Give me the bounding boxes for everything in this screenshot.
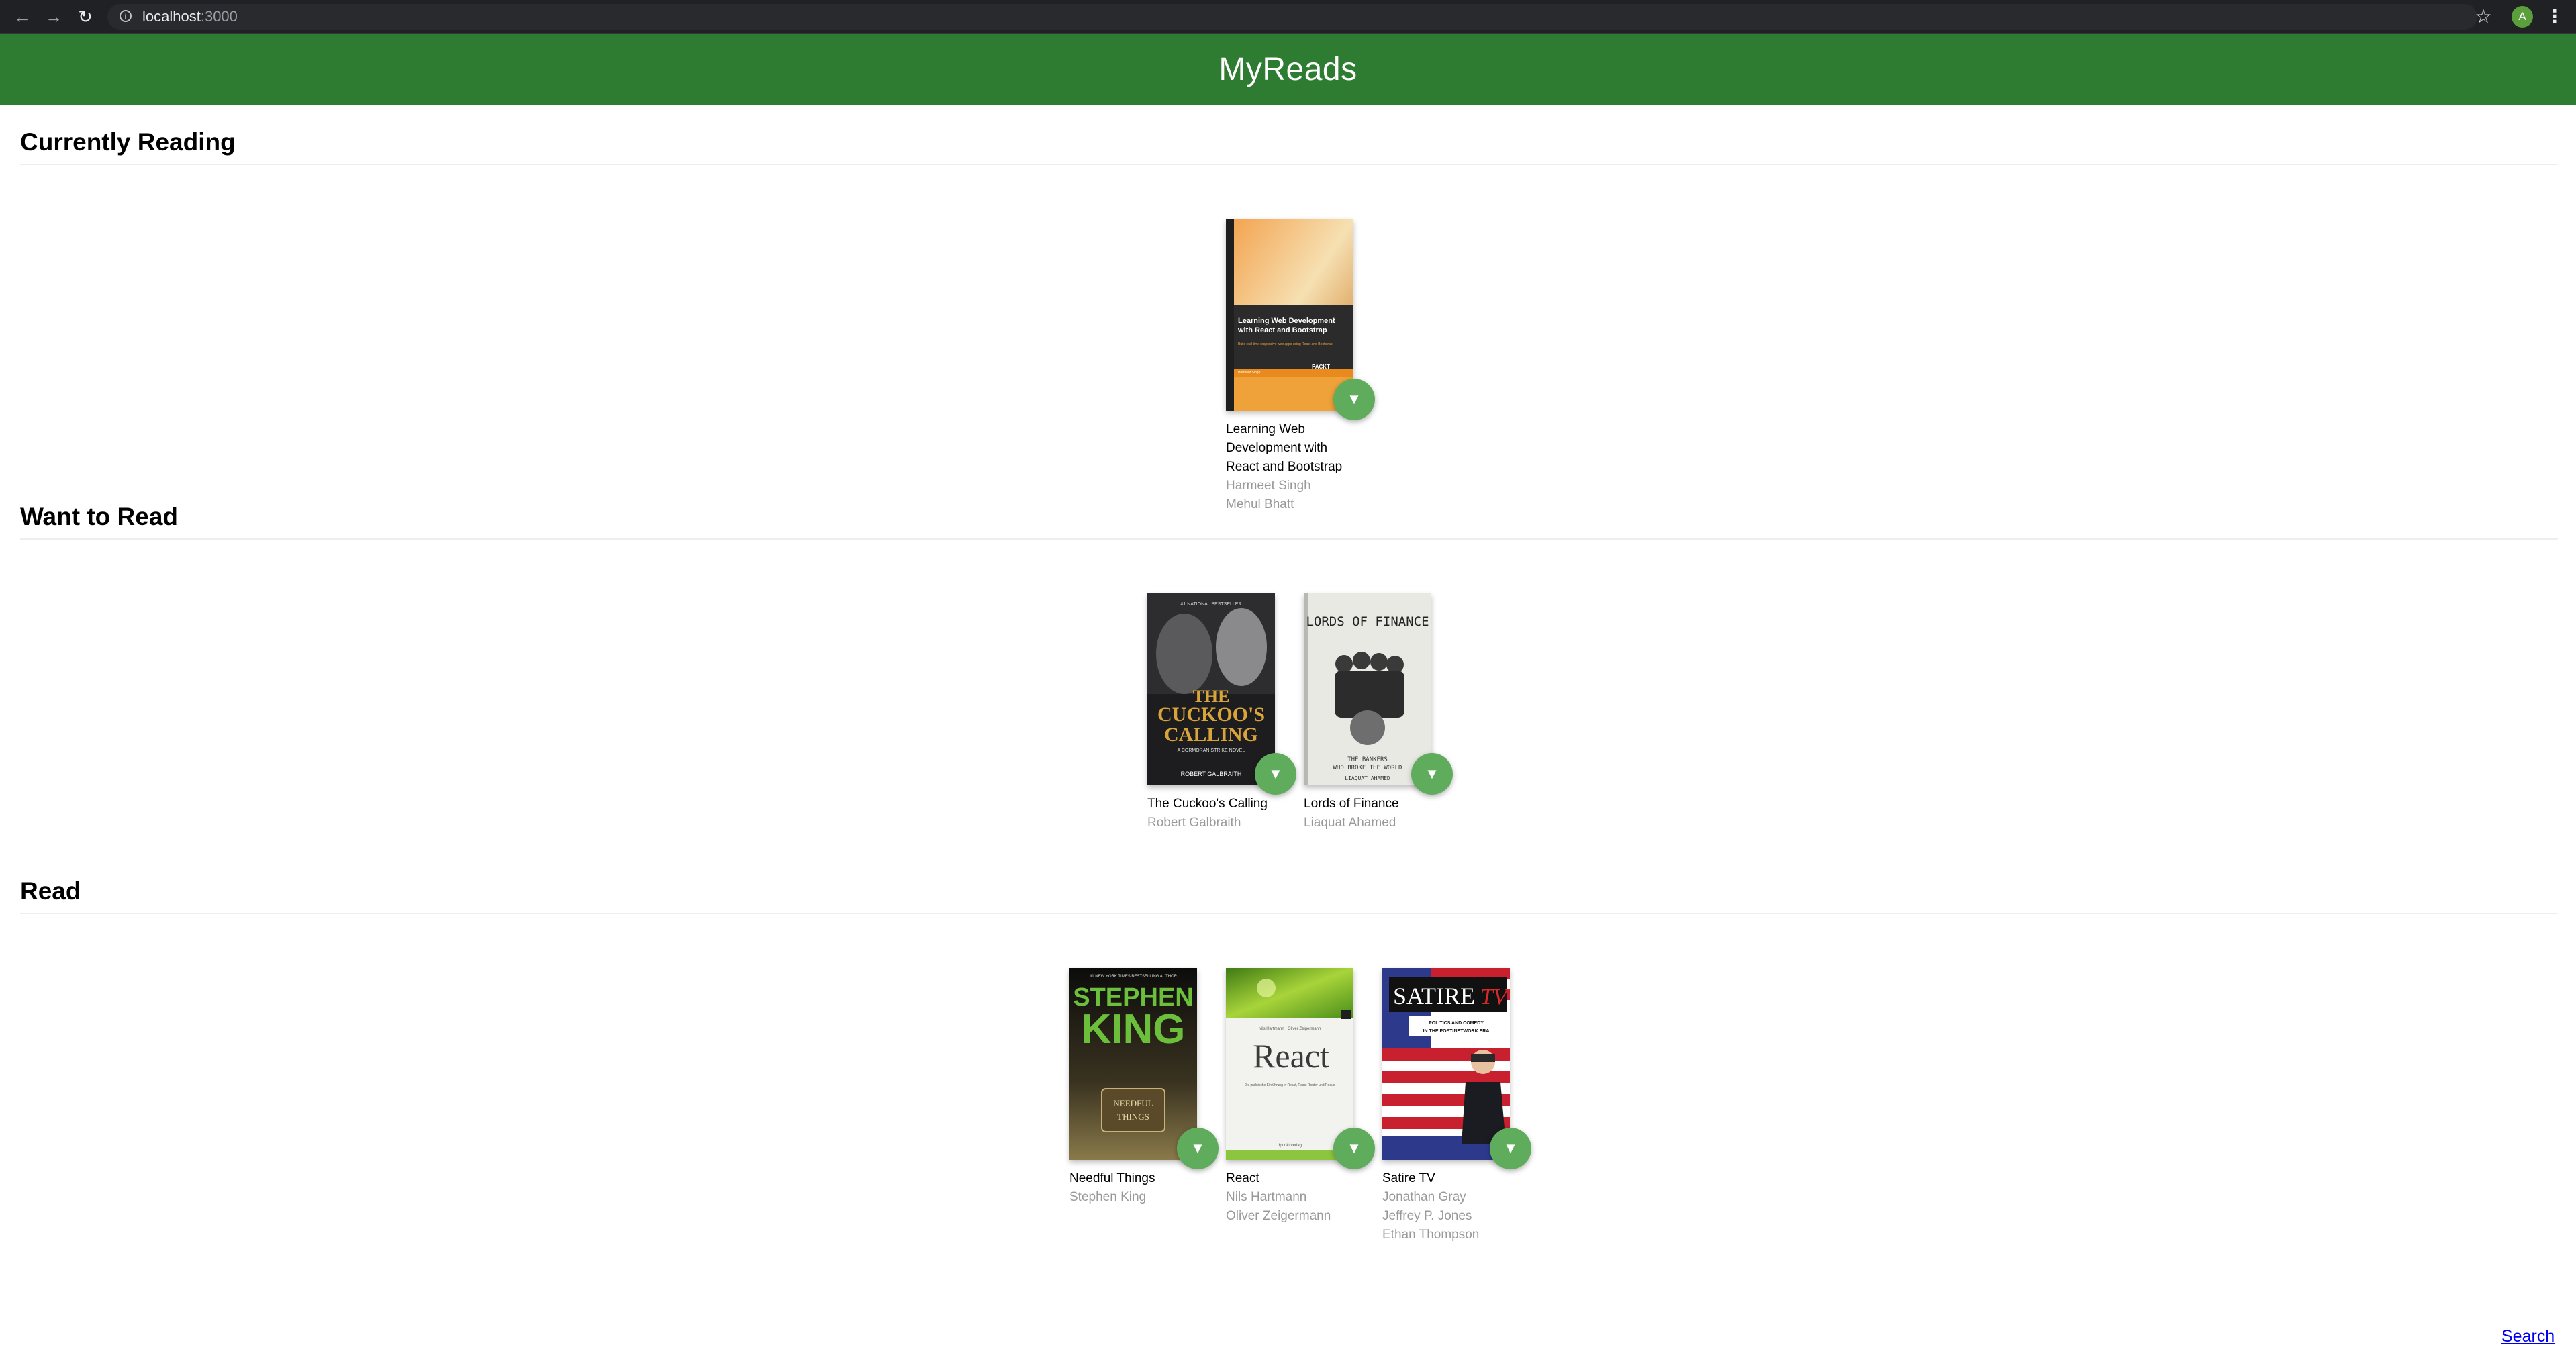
cover-subtitle-2: WHO BROKE THE WORLD xyxy=(1333,765,1402,771)
book-author: Nils Hartmann xyxy=(1226,1190,1307,1204)
cover-publisher: PACKT xyxy=(1312,364,1330,370)
shelf-read: Read #1 NEW YORK TIMES BESTSELLING AUTHO… xyxy=(20,877,2558,1257)
book-author: Jeffrey P. Jones xyxy=(1382,1209,1472,1223)
chevron-down-icon: ▼ xyxy=(1347,1140,1362,1157)
cover-art-needful-things: #1 NEW YORK TIMES BESTSELLING AUTHOR STE… xyxy=(1069,968,1197,1160)
shelf-want-to-read: Want to Read #1 NATIONAL BESTSELLER THE … xyxy=(20,502,2558,882)
chevron-down-icon: ▼ xyxy=(1503,1140,1518,1157)
shelf-changer-button[interactable]: ▼ xyxy=(1490,1128,1531,1169)
book-title-line: Development with xyxy=(1226,441,1328,455)
books-grid: #1 NATIONAL BESTSELLER THE CUCKOO'S CALL… xyxy=(20,540,2558,882)
book-author: Liaquat Ahamed xyxy=(1304,816,1396,830)
book-title: Needful Things xyxy=(1069,1171,1155,1185)
cover-banner: #1 NATIONAL BESTSELLER xyxy=(1180,602,1241,607)
shelf-changer-button[interactable]: ▼ xyxy=(1177,1128,1219,1169)
books-grid: #1 NEW YORK TIMES BESTSELLING AUTHOR STE… xyxy=(20,914,2558,1257)
address-url[interactable]: localhost:3000 xyxy=(142,9,238,25)
shelf-changer-button[interactable]: ▼ xyxy=(1333,379,1375,420)
app-header: MyReads xyxy=(0,34,2576,105)
cover-publisher: dpunkt.verlag xyxy=(1278,1144,1302,1148)
bookmark-star-icon[interactable]: ☆ xyxy=(2472,5,2495,28)
shelf-title: Currently Reading xyxy=(20,128,2558,165)
book-title: Lords of Finance xyxy=(1304,797,1399,811)
book-item: #1 NEW YORK TIMES BESTSELLING AUTHOR STE… xyxy=(1069,968,1219,1207)
book-author: Robert Galbraith xyxy=(1147,816,1241,830)
book-author: Oliver Zeigermann xyxy=(1226,1209,1331,1223)
cover-art-web-dev: Learning Web Development with React and … xyxy=(1226,219,1353,411)
cover-author-last: KING xyxy=(1082,1006,1186,1052)
cover-author-1: Harmeet Singh xyxy=(1238,371,1261,375)
book-author: Jonathan Gray xyxy=(1382,1190,1466,1204)
cover-art-satire-tv: SATIRE TV POLITICS AND COMEDY IN THE POS… xyxy=(1382,968,1510,1160)
book-title: The Cuckoo's Calling xyxy=(1147,797,1268,811)
book-item: Nils Hartmann · Oliver Zeigermann React … xyxy=(1226,968,1375,1226)
book-item: #1 NATIONAL BESTSELLER THE CUCKOO'S CALL… xyxy=(1147,593,1296,832)
cover-banner: #1 NEW YORK TIMES BESTSELLING AUTHOR xyxy=(1090,975,1178,979)
shelf-currently-reading: Currently Reading Learning Web Developme… xyxy=(20,128,2558,511)
book-cover[interactable]: #1 NEW YORK TIMES BESTSELLING AUTHOR STE… xyxy=(1069,968,1197,1160)
cover-subtitle: Build real-time responsive web apps usin… xyxy=(1238,342,1333,346)
cover-art-cuckoos-calling: #1 NATIONAL BESTSELLER THE CUCKOO'S CALL… xyxy=(1147,593,1275,785)
book-title-line: Learning Web xyxy=(1226,422,1305,436)
cover-authors: Nils Hartmann · Oliver Zeigermann xyxy=(1259,1027,1321,1031)
info-icon[interactable]: i xyxy=(120,10,132,22)
book-title-line: React and Bootstrap xyxy=(1226,460,1343,474)
book-cover[interactable]: #1 NATIONAL BESTSELLER THE CUCKOO'S CALL… xyxy=(1147,593,1275,785)
cover-subtitle-2: IN THE POST-NETWORK ERA xyxy=(1423,1029,1490,1034)
cover-title-2: THINGS xyxy=(1117,1112,1149,1122)
kebab-menu-icon[interactable]: ⋮ xyxy=(2544,5,2565,28)
cover-title: LORDS OF FINANCE xyxy=(1306,614,1429,629)
book-author: Stephen King xyxy=(1069,1190,1147,1204)
cover-author: LIAQUAT AHAMED xyxy=(1345,775,1390,781)
shelf-changer-button[interactable]: ▼ xyxy=(1255,753,1296,795)
chevron-down-icon: ▼ xyxy=(1425,765,1439,782)
forward-arrow-icon[interactable]: → xyxy=(42,5,65,28)
chevron-down-icon: ▼ xyxy=(1190,1140,1205,1157)
book-item: Learning Web Development with React and … xyxy=(1226,219,1375,514)
cover-title-2: TV xyxy=(1480,985,1510,1010)
book-cover[interactable]: Nils Hartmann · Oliver Zeigermann React … xyxy=(1226,968,1353,1160)
cover-title-1: NEEDFUL xyxy=(1113,1098,1153,1108)
cover-title-line1: Learning Web Development xyxy=(1238,317,1335,325)
book-item: SATIRE TV POLITICS AND COMEDY IN THE POS… xyxy=(1382,968,1531,1244)
book-cover[interactable]: SATIRE TV POLITICS AND COMEDY IN THE POS… xyxy=(1382,968,1510,1160)
url-host: localhost xyxy=(142,8,201,25)
book-title: React xyxy=(1226,1171,1259,1185)
cover-subtitle: Die praktische Einführung in React, Reac… xyxy=(1245,1083,1335,1087)
cover-title-line2: with React and Bootstrap xyxy=(1237,326,1327,334)
url-port: :3000 xyxy=(200,8,238,25)
cover-title-3: CALLING xyxy=(1164,724,1258,746)
chevron-down-icon: ▼ xyxy=(1268,765,1283,782)
app-title: MyReads xyxy=(1219,52,1357,87)
books-grid: Learning Web Development with React and … xyxy=(20,165,2558,511)
book-author: Ethan Thompson xyxy=(1382,1228,1480,1242)
search-link[interactable]: Search xyxy=(2501,1327,2555,1346)
book-author: Harmeet Singh xyxy=(1226,479,1311,493)
shelf-changer-button[interactable]: ▼ xyxy=(1411,753,1453,795)
book-item: LORDS OF FINANCE THE BANKERS WHO BROKE T… xyxy=(1304,593,1453,832)
cover-author: ROBERT GALBRAITH xyxy=(1181,771,1242,777)
book-title: Learning Web Development with React and … xyxy=(1226,420,1353,477)
cover-art-lords-of-finance: LORDS OF FINANCE THE BANKERS WHO BROKE T… xyxy=(1304,593,1431,785)
cover-subtitle-1: POLITICS AND COMEDY xyxy=(1429,1021,1484,1026)
chevron-down-icon: ▼ xyxy=(1347,391,1362,407)
profile-avatar[interactable]: A xyxy=(2512,6,2533,28)
book-title: Satire TV xyxy=(1382,1171,1435,1185)
shelf-title: Read xyxy=(20,877,2558,914)
cover-art-react: Nils Hartmann · Oliver Zeigermann React … xyxy=(1226,968,1353,1160)
shelf-changer-button[interactable]: ▼ xyxy=(1333,1128,1375,1169)
book-cover[interactable]: LORDS OF FINANCE THE BANKERS WHO BROKE T… xyxy=(1304,593,1431,785)
address-bar[interactable]: i localhost:3000 xyxy=(107,4,2477,30)
browser-toolbar: ← → ↻ i localhost:3000 ☆ A ⋮ xyxy=(0,0,2576,34)
reload-icon[interactable]: ↻ xyxy=(74,5,97,28)
cover-title: React xyxy=(1253,1037,1329,1075)
shelf-title: Want to Read xyxy=(20,502,2558,540)
cover-tagline: A CORMORAN STRIKE NOVEL xyxy=(1178,748,1245,753)
back-arrow-icon[interactable]: ← xyxy=(11,5,34,28)
cover-title-1: SATIRE xyxy=(1393,983,1475,1010)
cover-title-2: CUCKOO'S xyxy=(1157,703,1265,726)
cover-subtitle-1: THE BANKERS xyxy=(1347,756,1388,763)
book-cover[interactable]: Learning Web Development with React and … xyxy=(1226,219,1353,411)
